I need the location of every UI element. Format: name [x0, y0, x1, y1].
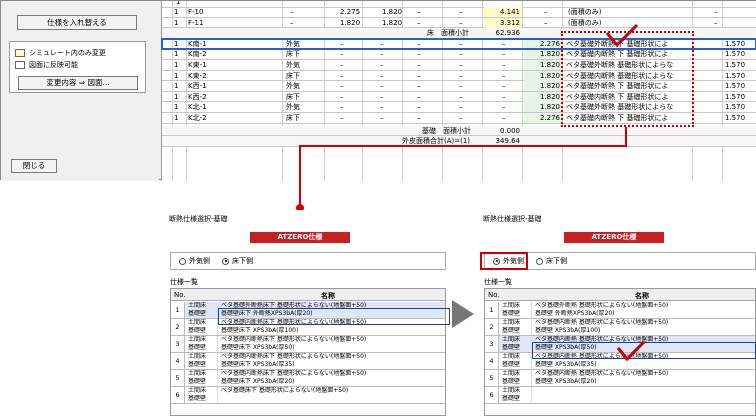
legend-label-drawing: 図面に反映可能 [29, 61, 78, 69]
list-item-number: 3 [171, 336, 185, 353]
list-item-number: 6 [485, 387, 499, 404]
list-item[interactable]: 5 土間床 ベタ基礎内断熱 基礎形状によらない(地盤面+50) 基礎壁 基礎壁 XPS3… [485, 370, 755, 387]
legend-item-drawing: 図面に反映可能 [15, 60, 78, 70]
legend-swatch-white [15, 61, 25, 69]
list-item-number: 4 [171, 353, 185, 370]
list-item[interactable]: 6 土間床 ベタ基礎床下 基礎形状によらない(地盤面+50) 基礎壁 [171, 387, 445, 404]
list-item[interactable]: 6 土間床 基礎壁 [485, 387, 755, 404]
legend-box: シミュレート内のみ変更 図面に反映可能 変更内容 ⇒ 図面... [9, 41, 146, 93]
list-item[interactable]: 4 土間床 ベタ基礎内断熱床下 基礎形状によらない(地盤面+50) 基礎壁 基礎壁床下 … [171, 353, 445, 370]
insulation-dialog-after: 断熱仕様選択-基礎 ATZERO仕様 外気側 床下側 仕様一覧 No. 名称 1… [478, 210, 756, 416]
radio-under[interactable]: 床下側 [222, 256, 253, 266]
subtotal-base-row: 基礎 面積小計 0.000 [162, 125, 756, 137]
close-button[interactable]: 閉じる [11, 159, 57, 173]
list-item-number: 2 [171, 319, 185, 336]
list-item-number: 4 [485, 353, 499, 370]
spec-list-label: 仕様一覧 [170, 278, 198, 286]
connector-line [625, 127, 627, 147]
radio-selected-icon [222, 257, 229, 265]
arrow-right-icon [452, 300, 474, 328]
list-item-number: 5 [171, 370, 185, 387]
atzero-banner: ATZERO仕様 [250, 232, 350, 243]
side-radio-group: 外気側 床下側 [170, 252, 446, 270]
radio-icon [536, 257, 543, 265]
list-item-number: 1 [171, 302, 185, 319]
list-item[interactable]: 3 土間床 ベタ基礎内断熱床下 基礎形状によらない(地盤面+50) 基礎壁 基礎壁床下 … [171, 336, 445, 353]
list-header: No. 名称 [485, 289, 755, 301]
list-item-number: 1 [485, 302, 499, 319]
check-mark-icon [605, 23, 639, 48]
dialog-title: 断熱仕様選択-基礎 [483, 215, 542, 223]
selected-spec-outline [218, 308, 450, 325]
list-item-number: 2 [485, 319, 499, 336]
radio-under[interactable]: 床下側 [536, 256, 567, 266]
atzero-banner: ATZERO仕様 [564, 232, 664, 243]
connector-line [299, 145, 627, 147]
list-item[interactable]: 2 土間床 ベタ基礎内断熱 基礎形状によらない(地盤面+50) 基礎壁 基礎壁 XPS3… [485, 319, 755, 336]
list-item-number: 3 [485, 336, 499, 353]
insulation-dialog-before: 断熱仕様選択-基礎 ATZERO仕様 外気側 床下側 仕様一覧 No. 名称 1… [164, 210, 450, 416]
table-row[interactable]: 1 F-11 – 1.820 1.820 – – 3.312 – (面積のみ) … [162, 17, 756, 29]
outer-radio-highlight [480, 252, 528, 270]
spec-list-label: 仕様一覧 [484, 278, 512, 286]
list-header: No. 名称 [171, 289, 445, 301]
list-item-number: 6 [171, 387, 185, 404]
apply-to-drawing-button[interactable]: 変更内容 ⇒ 図面... [18, 76, 138, 90]
main-window: 仕様を入れ替える シミュレート内のみ変更 図面に反映可能 変更内容 ⇒ 図面..… [0, 0, 756, 181]
list-item[interactable]: 1 土間床 ベタ基礎外断熱 基礎形状によらない(地盤面+50) 基礎壁 基礎壁 外断熱X… [485, 302, 755, 319]
table-row[interactable]: 1 F-10 – 2.275 1.820 – – 4.141 – (面積のみ) … [162, 7, 756, 18]
legend-swatch-yellow [15, 49, 25, 57]
dialog-title: 断熱仕様選択-基礎 [169, 215, 228, 223]
left-panel: 仕様を入れ替える シミュレート内のみ変更 図面に反映可能 変更内容 ⇒ 図面..… [1, 1, 159, 181]
legend-label-sim: シミュレート内のみ変更 [29, 49, 106, 57]
legend-item-sim: シミュレート内のみ変更 [15, 48, 106, 58]
radio-icon [179, 257, 186, 265]
connector-line [299, 145, 301, 207]
check-mark-icon [616, 340, 646, 362]
list-item[interactable]: 5 土間床 ベタ基礎内断熱床下 基礎形状によらない(地盤面+50) 基礎壁 基礎壁床下 … [171, 370, 445, 387]
swap-spec-button[interactable]: 仕様を入れ替える [17, 15, 137, 30]
radio-outer[interactable]: 外気側 [179, 256, 210, 266]
list-item-number: 5 [485, 370, 499, 387]
